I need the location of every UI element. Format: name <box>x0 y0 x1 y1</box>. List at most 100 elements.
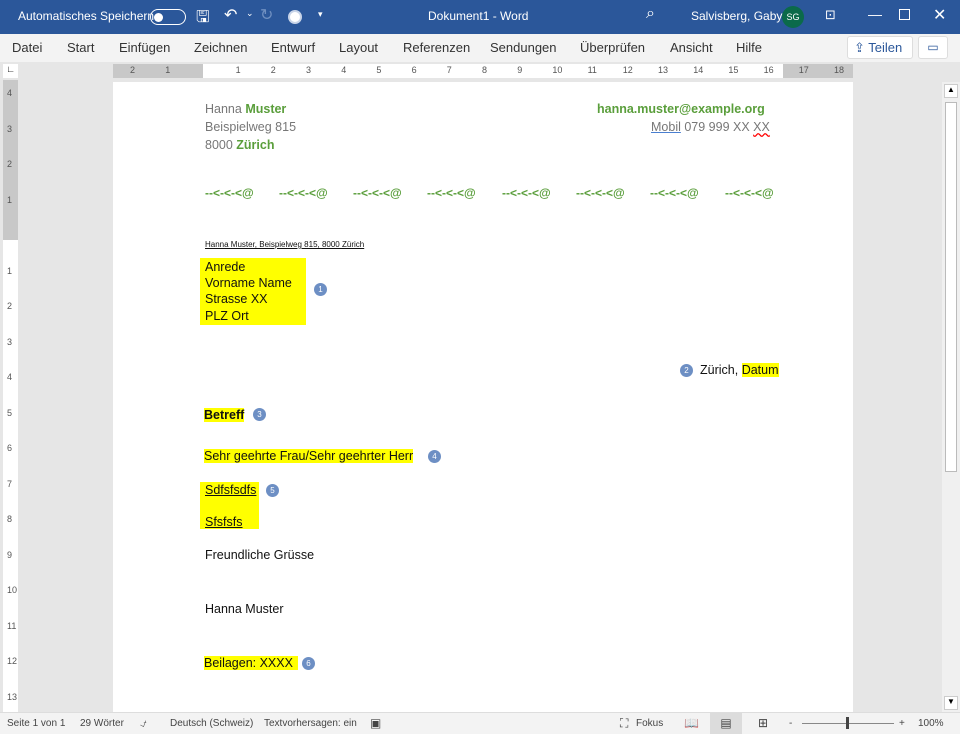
tab-stop-selector[interactable]: ∟ <box>3 64 18 78</box>
tab-hilfe[interactable]: Hilfe <box>736 40 762 55</box>
customize-toolbar-icon[interactable]: ▾ <box>318 9 323 20</box>
ruler-tick-label: 8 <box>482 65 488 75</box>
share-icon: ⇪ <box>854 40 869 55</box>
document-title: Dokument1 - Word <box>428 9 529 23</box>
placeholder-badge[interactable]: 4 <box>428 450 441 463</box>
page-count[interactable]: Seite 1 von 1 <box>7 718 65 729</box>
mobil-number: 079 999 XX <box>680 120 754 134</box>
accessibility-icon[interactable]: ▣ <box>370 716 381 730</box>
ruler-tick-label: 10 <box>7 585 18 595</box>
user-name[interactable]: Salvisberg, Gaby <box>691 9 782 23</box>
ruler-tick-label: 4 <box>7 88 13 98</box>
ruler-tick-label: 6 <box>411 65 417 75</box>
body-line[interactable]: Sdfsfsdfs <box>205 483 256 497</box>
placeholder-badge[interactable]: 6 <box>302 657 315 670</box>
title-bar: Automatisches Speichern 🖫 ↶ ⌄ ↻ ▾ Dokume… <box>0 0 960 34</box>
vertical-ruler[interactable]: 4 3 2 1 1 2 3 4 5 6 7 8 9 10 11 12 13 <box>3 80 18 712</box>
ruler-tick-label: 9 <box>7 549 13 560</box>
separator: --<-<-<@ <box>650 186 699 200</box>
ruler-tick-label: 12 <box>7 656 18 666</box>
avatar[interactable]: SG <box>782 6 804 28</box>
comments-button[interactable]: ▭ <box>918 36 948 59</box>
sender-first-name: Hanna <box>205 102 246 116</box>
ruler-tick-label: 1 <box>7 265 13 276</box>
placeholder-badge[interactable]: 2 <box>680 364 693 377</box>
subject[interactable]: Betreff <box>204 408 245 422</box>
search-icon[interactable]: ⌕ <box>646 5 655 23</box>
ruler-tick-label: 7 <box>446 65 452 75</box>
undo-icon[interactable]: ↶ <box>224 5 237 25</box>
close-icon[interactable]: ✕ <box>933 5 946 25</box>
ribbon-display-icon[interactable]: ⊡ <box>825 7 836 23</box>
placeholder-badge[interactable]: 1 <box>314 283 327 296</box>
print-layout-icon[interactable]: ▤ <box>710 713 742 734</box>
tab-einfuegen[interactable]: Einfügen <box>119 40 170 55</box>
sender-city: Zürich <box>236 138 275 152</box>
status-bar: Seite 1 von 1 29 Wörter ⍻ Deutsch (Schwe… <box>0 712 960 734</box>
placeholder-badge[interactable]: 3 <box>253 408 266 421</box>
date-field[interactable]: Datum <box>741 363 779 377</box>
ruler-tick-label: 14 <box>693 65 704 75</box>
closing: Freundliche Grüsse <box>205 548 315 562</box>
tab-ansicht[interactable]: Ansicht <box>670 40 713 55</box>
zoom-level[interactable]: 100% <box>918 718 944 729</box>
address-line: PLZ Ort <box>205 309 249 323</box>
ruler-tick-label: 10 <box>552 65 563 75</box>
ruler-tick-label: 6 <box>7 443 13 453</box>
tab-ueberpruefen[interactable]: Überprüfen <box>580 40 645 55</box>
ruler-tick-label: 4 <box>341 65 347 75</box>
separator: --<-<-<@ <box>576 186 625 200</box>
ruler-tick-label: 3 <box>7 123 13 134</box>
focus-icon[interactable]: ⛶ <box>620 716 628 731</box>
maximize-icon[interactable] <box>899 9 910 20</box>
signature: Hanna Muster <box>205 602 284 616</box>
minimize-icon[interactable]: — <box>868 6 882 22</box>
language[interactable]: Deutsch (Schweiz) <box>170 718 253 729</box>
share-label: Teilen <box>868 40 903 55</box>
tab-entwurf[interactable]: Entwurf <box>271 40 315 55</box>
ruler-tick-label: 18 <box>834 65 845 75</box>
tab-zeichnen[interactable]: Zeichnen <box>194 40 247 55</box>
separator: --<-<-<@ <box>725 186 774 200</box>
ruler-tick-label: 8 <box>7 514 13 524</box>
ruler-tick-label: 13 <box>7 691 18 702</box>
attachments[interactable]: Beilagen: XXXX <box>204 656 298 670</box>
word-count[interactable]: 29 Wörter <box>80 718 124 729</box>
web-layout-icon[interactable]: ⊞ <box>758 716 768 730</box>
zoom-in-button[interactable]: + <box>899 718 905 729</box>
text-predictions[interactable]: Textvorhersagen: ein <box>264 718 357 729</box>
scrollbar-thumb[interactable] <box>945 102 957 472</box>
horizontal-ruler[interactable]: 2 1 1 2 3 4 5 6 7 8 9 10 11 12 13 14 15 16 17 18 <box>113 64 853 78</box>
ruler-tick-label: 13 <box>658 65 669 75</box>
address-line: Strasse XX <box>205 292 268 306</box>
touch-mode-icon[interactable] <box>288 10 302 24</box>
zoom-slider-thumb[interactable] <box>846 717 849 729</box>
share-button[interactable]: ⇪ Teilen <box>847 36 913 59</box>
scroll-down-icon[interactable]: ▼ <box>944 696 958 710</box>
tab-datei[interactable]: Datei <box>12 40 42 55</box>
autosave-toggle[interactable] <box>150 9 186 25</box>
sender-email[interactable]: hanna.muster@example.org <box>597 102 765 116</box>
document-page[interactable] <box>113 82 853 712</box>
ruler-tick-label: 11 <box>7 620 17 631</box>
ruler-tick-label: 2 <box>270 65 276 75</box>
undo-dropdown-icon[interactable]: ⌄ <box>246 8 254 19</box>
tab-referenzen[interactable]: Referenzen <box>403 40 470 55</box>
tab-sendungen[interactable]: Sendungen <box>490 40 557 55</box>
body-line[interactable]: Sfsfsfs <box>205 515 243 529</box>
placeholder-badge[interactable]: 5 <box>266 484 279 497</box>
tab-start[interactable]: Start <box>67 40 94 55</box>
read-mode-icon[interactable]: 📖 <box>684 716 699 730</box>
scroll-up-icon[interactable]: ▲ <box>944 84 958 98</box>
tab-layout[interactable]: Layout <box>339 40 378 55</box>
zoom-out-button[interactable]: - <box>789 718 792 729</box>
ruler-tick-label: 12 <box>622 65 633 75</box>
vertical-scrollbar[interactable]: ▲ ▼ <box>942 82 960 712</box>
save-icon[interactable]: 🖫 <box>196 6 210 33</box>
ribbon-tabs: Datei Start Einfügen Zeichnen Entwurf La… <box>0 34 960 62</box>
ruler-tick-label: 2 <box>130 65 136 75</box>
focus-label[interactable]: Fokus <box>636 718 663 729</box>
proofing-icon[interactable]: ⍻ <box>140 716 147 731</box>
salutation[interactable]: Sehr geehrte Frau/Sehr geehrter Herr <box>204 449 414 463</box>
separator: --<-<-<@ <box>353 186 402 200</box>
